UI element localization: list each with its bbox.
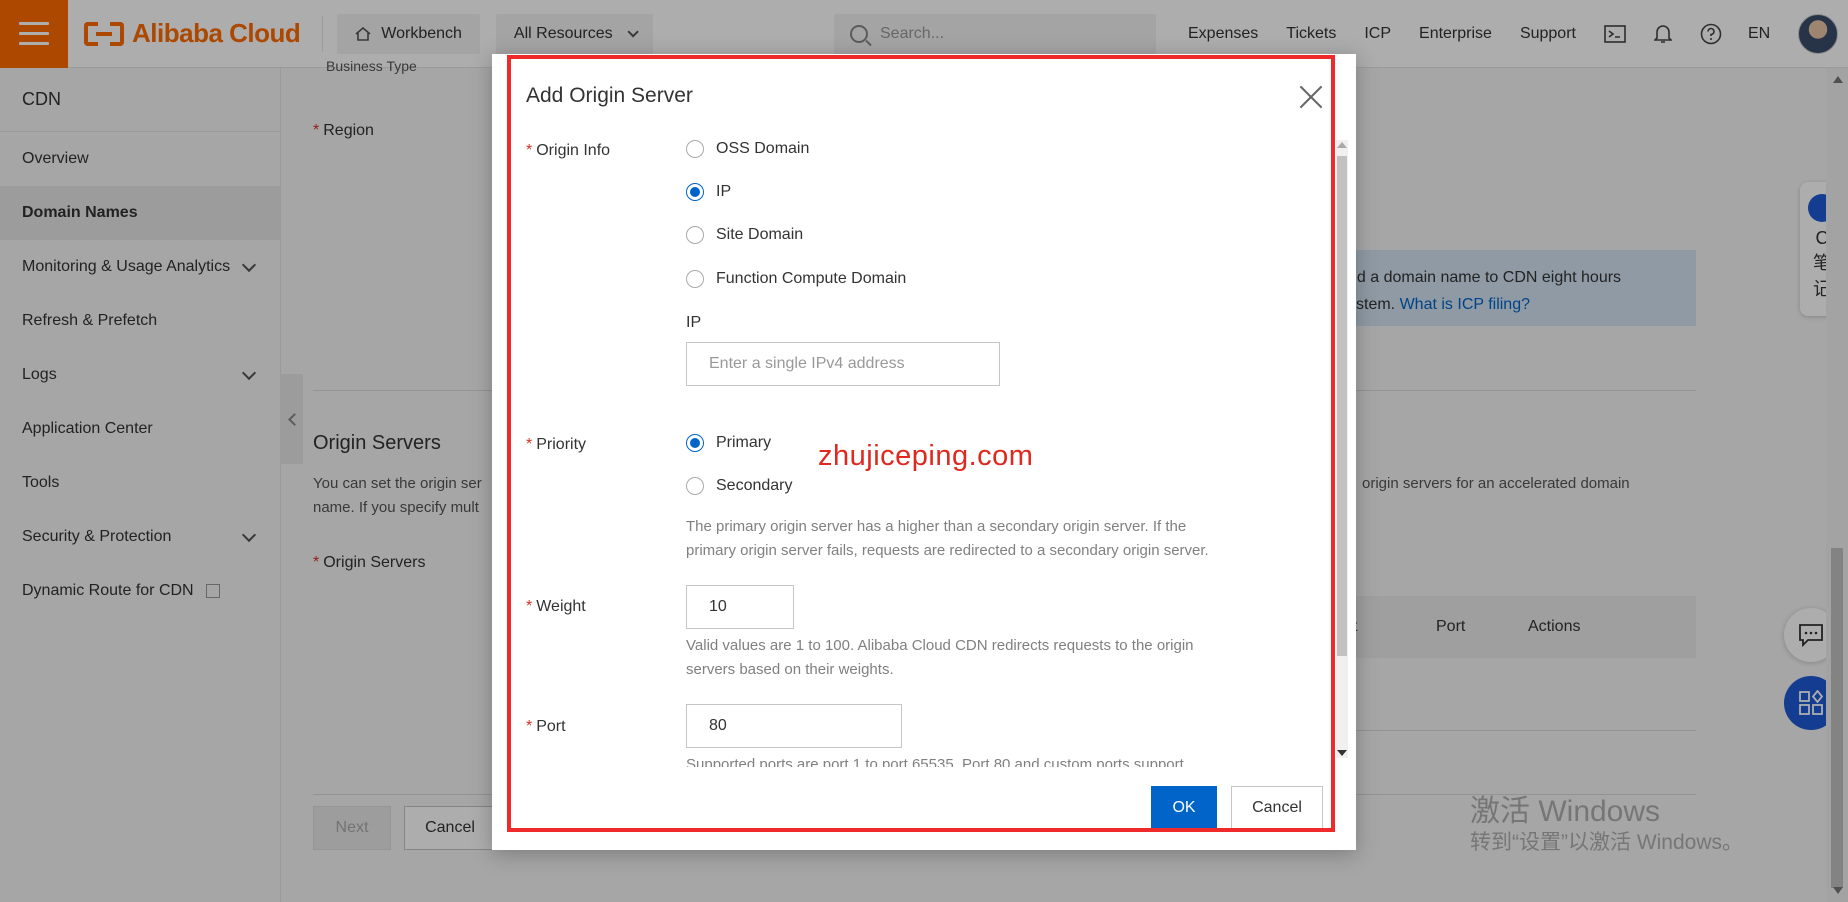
- radio-ip[interactable]: IP: [686, 183, 731, 201]
- required-mark: *: [526, 436, 533, 453]
- ip-placeholder: Enter a single IPv4 address: [709, 355, 905, 372]
- radio-checked-icon: [686, 183, 704, 201]
- help-line: servers based on their weights.: [686, 661, 894, 678]
- add-origin-server-dialog: Add Origin Server * Origin Info OSS Domai…: [492, 54, 1356, 850]
- site-watermark: zhujiceping.com: [818, 440, 1034, 472]
- required-mark: *: [526, 718, 533, 735]
- ip-input[interactable]: Enter a single IPv4 address: [686, 342, 1000, 386]
- help-line: Valid values are 1 to 100. Alibaba Cloud…: [686, 637, 1194, 654]
- port-label: * Port: [526, 718, 566, 736]
- cancel-button[interactable]: Cancel: [1231, 786, 1323, 830]
- required-mark: *: [526, 142, 533, 159]
- scroll-up-icon[interactable]: [1337, 142, 1347, 148]
- radio-label: Site Domain: [716, 226, 804, 243]
- port-input[interactable]: 80: [686, 704, 902, 748]
- radio-label: Function Compute Domain: [716, 270, 907, 287]
- scroll-thumb[interactable]: [1337, 156, 1347, 656]
- weight-help: Valid values are 1 to 100. Alibaba Cloud…: [686, 634, 1246, 682]
- radio-label: Secondary: [716, 477, 793, 494]
- ok-button[interactable]: OK: [1151, 786, 1217, 830]
- radio-site-domain[interactable]: Site Domain: [686, 226, 803, 244]
- priority-label-text: Priority: [536, 436, 587, 453]
- priority-label: * Priority: [526, 436, 586, 454]
- radio-checked-icon: [686, 434, 704, 452]
- port-label-text: Port: [536, 718, 566, 735]
- radio-icon: [686, 140, 704, 158]
- dialog-title: Add Origin Server: [526, 84, 693, 107]
- radio-label: OSS Domain: [716, 140, 810, 157]
- radio-icon: [686, 226, 704, 244]
- origin-info-label-text: Origin Info: [536, 142, 611, 159]
- dialog-scrollbar[interactable]: [1336, 140, 1348, 758]
- weight-label: * Weight: [526, 598, 586, 616]
- required-mark: *: [526, 598, 533, 615]
- close-icon[interactable]: [1298, 84, 1324, 110]
- priority-help: The primary origin server has a higher t…: [686, 515, 1246, 563]
- weight-input[interactable]: 10: [686, 585, 794, 629]
- radio-oss-domain[interactable]: OSS Domain: [686, 140, 809, 158]
- radio-label: IP: [716, 183, 732, 200]
- weight-value: 10: [709, 598, 727, 615]
- scroll-down-icon[interactable]: [1337, 750, 1347, 756]
- ip-label: IP: [686, 314, 702, 331]
- radio-function-compute-domain[interactable]: Function Compute Domain: [686, 270, 906, 288]
- port-help-cut: Supported ports are port 1 to port 65535…: [686, 756, 1184, 767]
- radio-secondary[interactable]: Secondary: [686, 477, 793, 495]
- help-line: The primary origin server has a higher t…: [686, 518, 1187, 535]
- help-line: primary origin server fails, requests ar…: [686, 542, 1209, 559]
- weight-label-text: Weight: [536, 598, 586, 615]
- radio-primary[interactable]: Primary: [686, 434, 771, 452]
- radio-label: Primary: [716, 434, 772, 451]
- radio-icon: [686, 477, 704, 495]
- port-value: 80: [709, 717, 727, 734]
- origin-info-label: * Origin Info: [526, 142, 610, 160]
- radio-icon: [686, 270, 704, 288]
